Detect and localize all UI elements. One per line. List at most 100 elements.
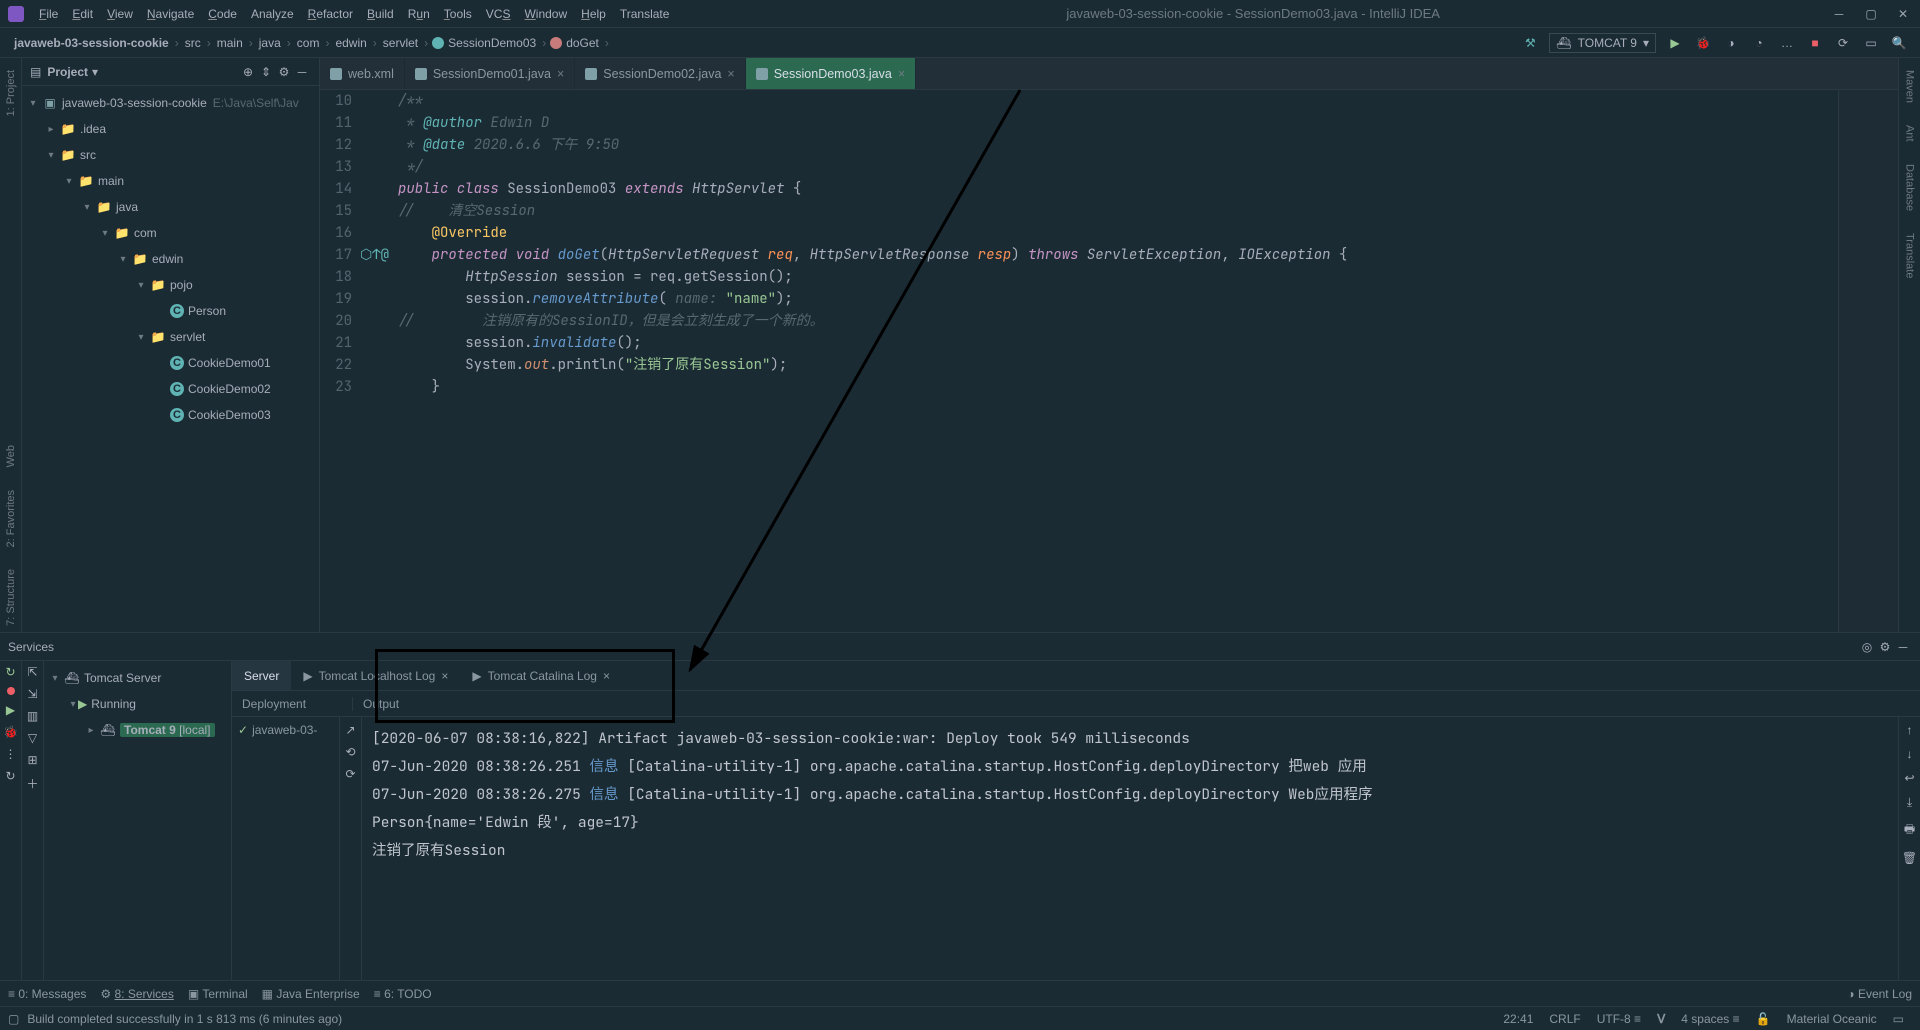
search-icon[interactable]: 🔍 xyxy=(1890,34,1908,52)
tab-sessiondemo02[interactable]: SessionDemo02.java× xyxy=(575,58,745,89)
close-icon[interactable]: × xyxy=(441,669,448,683)
menu-build[interactable]: Build xyxy=(360,7,401,21)
menu-translate[interactable]: Translate xyxy=(613,7,677,21)
tab-todo[interactable]: ≡ 6: TODO xyxy=(374,987,432,1001)
build-icon[interactable]: ⚒ xyxy=(1521,34,1539,52)
menu-vcs[interactable]: VCS xyxy=(479,7,518,21)
add-icon[interactable]: ＋ xyxy=(26,775,38,792)
tab-maven[interactable]: Maven xyxy=(1902,64,1918,109)
tab-localhost-log[interactable]: ▶Tomcat Localhost Log× xyxy=(291,661,460,690)
tree-root[interactable]: javaweb-03-session-cookie xyxy=(62,96,207,110)
collapse-icon[interactable]: ⇲ xyxy=(27,687,37,701)
crumb-java[interactable]: java xyxy=(257,36,283,50)
crumb-main[interactable]: main xyxy=(215,36,245,50)
tree-cd03[interactable]: CookieDemo03 xyxy=(188,408,271,422)
scroll-icon[interactable]: ⤓ xyxy=(1907,795,1912,810)
down-icon[interactable]: ↓ xyxy=(1907,747,1913,761)
tree-edwin[interactable]: edwin xyxy=(152,252,183,266)
menu-refactor[interactable]: Refactor xyxy=(301,7,360,21)
group-icon[interactable]: ▥ xyxy=(27,709,38,723)
close-icon[interactable]: × xyxy=(603,669,610,683)
tab-event-log[interactable]: ◑ Event Log xyxy=(1847,987,1912,1001)
close-icon[interactable]: × xyxy=(727,67,734,81)
tab-web[interactable]: Web xyxy=(3,439,19,473)
close-icon[interactable]: ✕ xyxy=(1894,5,1912,23)
close-icon[interactable]: × xyxy=(898,67,905,81)
tab-jee[interactable]: ▦ Java Enterprise xyxy=(262,987,360,1001)
status-icon[interactable]: ▢ xyxy=(8,1012,19,1026)
tree-servlet[interactable]: servlet xyxy=(170,330,205,344)
console-output[interactable]: [2020-06-07 08:38:16,822] Artifact javaw… xyxy=(362,717,1898,980)
open-icon[interactable]: ↗ xyxy=(345,723,355,737)
tab-ant[interactable]: Ant xyxy=(1902,119,1918,148)
tab-sessiondemo03[interactable]: SessionDemo03.java× xyxy=(746,58,916,89)
restart-icon[interactable]: ↻ xyxy=(5,769,15,783)
menu-file[interactable]: File xyxy=(32,7,65,21)
crumb-project[interactable]: javaweb-03-session-cookie xyxy=(12,36,171,50)
gear-icon[interactable]: ⚙ xyxy=(275,63,293,81)
menu-code[interactable]: Code xyxy=(201,7,244,21)
status-eol[interactable]: CRLF xyxy=(1541,1012,1588,1026)
module-icon[interactable]: ▭ xyxy=(1862,34,1880,52)
clear-icon[interactable]: 🗑 xyxy=(1902,851,1917,865)
crumb-class[interactable]: SessionDemo03 xyxy=(446,36,538,50)
hide-icon[interactable]: ─ xyxy=(1894,638,1912,656)
tree-pojo[interactable]: pojo xyxy=(170,278,193,292)
menu-analyze[interactable]: Analyze xyxy=(244,7,301,21)
crumb-edwin[interactable]: edwin xyxy=(333,36,368,50)
tab-web-xml[interactable]: web.xml xyxy=(320,58,405,89)
debug-icon[interactable]: 🐞 xyxy=(3,725,18,739)
locate-icon[interactable]: ⊕ xyxy=(239,63,257,81)
coverage-icon[interactable]: ◑ xyxy=(1722,34,1740,52)
menu-tools[interactable]: Tools xyxy=(437,7,479,21)
tree-cd01[interactable]: CookieDemo01 xyxy=(188,356,271,370)
tree-com[interactable]: com xyxy=(134,226,157,240)
lock-icon[interactable]: 🔓 xyxy=(1748,1012,1779,1026)
tree-running[interactable]: Running xyxy=(91,697,136,711)
rerun-icon[interactable]: ↻ xyxy=(5,665,15,679)
code-content[interactable]: /** * @author Edwin D * @date 2020.6.6 下… xyxy=(390,90,1838,632)
maximize-icon[interactable]: ▢ xyxy=(1862,5,1880,23)
run-icon[interactable]: ▶ xyxy=(6,703,15,717)
status-theme[interactable]: Material Oceanic xyxy=(1779,1012,1885,1026)
wrap-icon[interactable]: ↩ xyxy=(1904,771,1914,785)
tab-terminal[interactable]: ▣ Terminal xyxy=(188,987,248,1001)
tab-messages[interactable]: ≡ 0: Messages xyxy=(8,987,86,1001)
project-tree[interactable]: ▾▣ javaweb-03-session-cookie E:\Java\Sel… xyxy=(22,86,319,632)
redeploy-icon[interactable]: ⟳ xyxy=(345,767,355,781)
tree-tomcat9[interactable]: Tomcat 9 [local] xyxy=(120,723,215,737)
layout-icon[interactable]: ⊞ xyxy=(27,753,37,767)
deployment-list[interactable]: ✓ javaweb-03- xyxy=(232,717,340,980)
chevron-down-icon[interactable]: ▾ xyxy=(92,65,98,79)
project-view-icon[interactable]: ▤ xyxy=(30,65,41,79)
stop-icon[interactable] xyxy=(7,687,15,695)
tab-services[interactable]: ⚙ 8: Services xyxy=(100,987,173,1001)
tree-java[interactable]: java xyxy=(116,200,138,214)
attach-icon[interactable]: … xyxy=(1778,34,1796,52)
services-tree[interactable]: ▾⛴Tomcat Server ▾▶Running ▸⛴Tomcat 9 [lo… xyxy=(44,661,232,980)
menu-edit[interactable]: Edit xyxy=(65,7,100,21)
crumb-servlet[interactable]: servlet xyxy=(381,36,420,50)
stop-icon[interactable]: ■ xyxy=(1806,34,1824,52)
expand-icon[interactable]: ⇱ xyxy=(27,665,37,679)
deploy-icon[interactable]: ⟲ xyxy=(345,745,355,759)
tree-src[interactable]: src xyxy=(80,148,96,162)
menu-navigate[interactable]: Navigate xyxy=(140,7,201,21)
artifact-name[interactable]: javaweb-03- xyxy=(252,723,317,737)
services-view-icon[interactable]: ◎ xyxy=(1858,638,1876,656)
tab-structure[interactable]: 7: Structure xyxy=(3,563,19,632)
menu-run[interactable]: Run xyxy=(401,7,437,21)
tab-catalina-log[interactable]: ▶Tomcat Catalina Log× xyxy=(460,661,622,690)
tree-idea[interactable]: .idea xyxy=(80,122,106,136)
menu-view[interactable]: View xyxy=(100,7,140,21)
more-icon[interactable]: ⋮ xyxy=(5,747,17,761)
print-icon[interactable]: 🖶 xyxy=(1904,820,1915,841)
memory-icon[interactable]: ▭ xyxy=(1885,1012,1912,1026)
tab-database[interactable]: Database xyxy=(1902,158,1918,217)
debug-icon[interactable]: 🐞 xyxy=(1694,34,1712,52)
tree-person[interactable]: Person xyxy=(188,304,226,318)
menu-help[interactable]: Help xyxy=(574,7,613,21)
tab-server[interactable]: Server xyxy=(232,661,291,690)
status-encoding[interactable]: UTF-8 ≡ xyxy=(1589,1012,1649,1026)
tab-project[interactable]: 1: Project xyxy=(3,64,19,122)
